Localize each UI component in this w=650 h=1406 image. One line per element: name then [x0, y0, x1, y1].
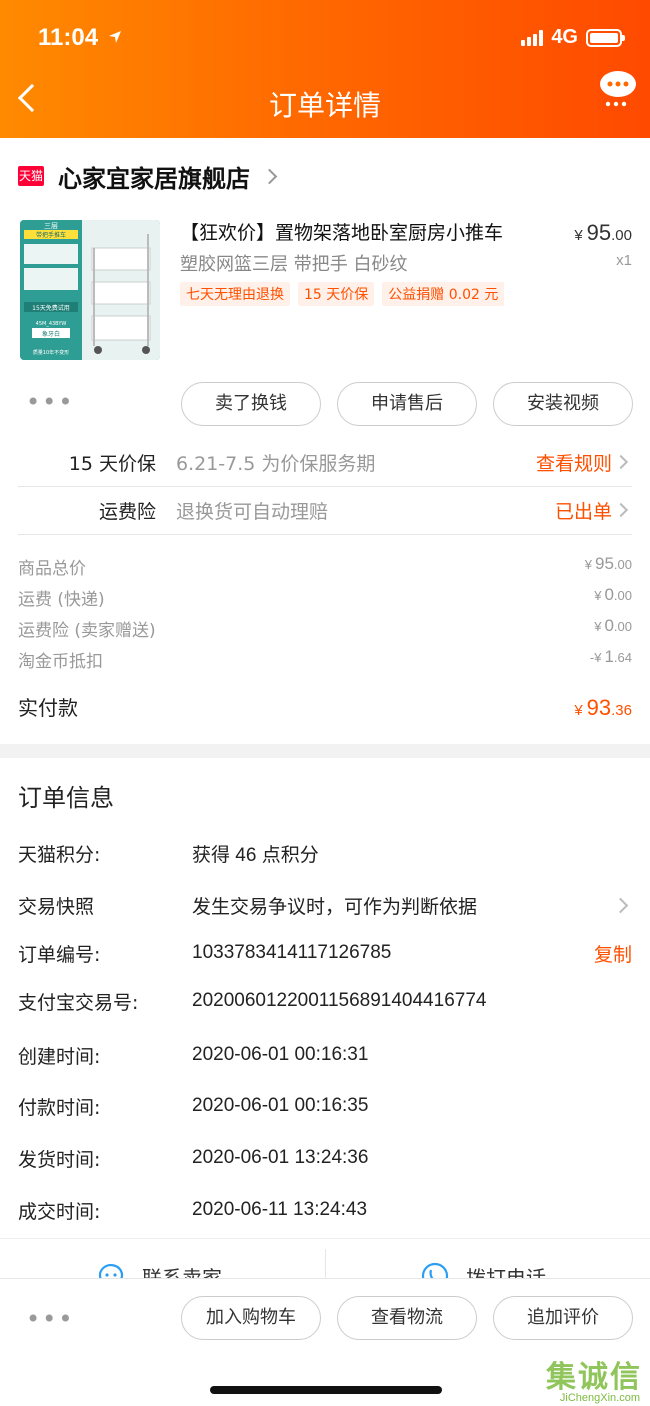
cost-row-subtotal: 商品总价 ¥95.00	[18, 554, 632, 579]
store-row[interactable]: 天猫 心家宜家居旗舰店	[18, 158, 278, 194]
shipping-insurance-row[interactable]: 运费险 退换货可自动理赔 已出单	[18, 486, 632, 534]
network-type: 4G	[551, 26, 578, 48]
view-rules-link[interactable]: 查看规则	[536, 449, 612, 476]
paid-amount: ¥93.36	[574, 695, 632, 720]
page-title: 订单详情	[268, 89, 381, 122]
add-review-button[interactable]: 追加评价	[493, 1296, 633, 1340]
service-label: 15 天价保	[68, 452, 156, 475]
info-row-paid: 付款时间: 2020-06-01 00:16:35	[18, 1095, 369, 1119]
paid-row: 实付款 ¥93.36	[18, 692, 632, 721]
resell-button[interactable]: 卖了换钱	[181, 382, 321, 426]
paid-label: 实付款	[18, 696, 78, 720]
image-label-banner: 带把手推车	[36, 231, 66, 239]
after-sale-button[interactable]: 申请售后	[337, 382, 477, 426]
location-arrow-icon	[109, 31, 121, 43]
service-desc: 退换货可自动理赔	[176, 500, 329, 523]
home-indicator[interactable]	[210, 1386, 442, 1394]
image-label-size: 45M_43BYW	[36, 321, 67, 327]
status-time: 11:04	[38, 24, 99, 51]
info-row-points: 天猫积分: 获得 46 点积分	[18, 843, 319, 866]
copy-button[interactable]: 复制	[594, 940, 632, 967]
chat-bubble-icon	[98, 1264, 124, 1278]
more-icon[interactable]: •••	[26, 388, 74, 416]
chevron-right-icon	[612, 897, 629, 913]
info-row-order-number: 订单编号: 1033783414117126785 复制	[18, 938, 632, 968]
product-quantity: x1	[616, 252, 632, 269]
contact-bar: 联系卖家 拨打电话	[0, 1238, 650, 1278]
battery-icon	[586, 28, 625, 47]
order-card: 天猫 心家宜家居旗舰店 三层 带把手推车 15天免费试用 45M_43BYW 象…	[0, 138, 650, 744]
info-row-completed: 成交时间: 2020-06-11 13:24:43	[18, 1199, 368, 1223]
chevron-right-icon	[261, 168, 278, 184]
service-tags: 七天无理由退换 15 天价保 公益捐赠 0.02 元	[180, 282, 505, 306]
policy-issued-link[interactable]: 已出单	[555, 497, 612, 524]
product-price: ¥95.00	[574, 220, 632, 245]
signal-icon	[521, 29, 544, 46]
cost-row-insurance: 运费险 (卖家赠送) ¥0.00	[18, 616, 632, 641]
order-info-card: 订单信息 天猫积分: 获得 46 点积分 交易快照 发生交易争议时，可作为判断依…	[0, 758, 650, 1278]
store-name: 心家宜家居旗舰店	[58, 164, 250, 193]
info-row-created: 创建时间: 2020-06-01 00:16:31	[18, 1044, 369, 1068]
phone-icon	[421, 1262, 449, 1278]
contact-seller-button[interactable]: 联系卖家	[96, 1261, 222, 1278]
install-video-button[interactable]: 安装视频	[493, 382, 633, 426]
image-label-top: 三层	[44, 222, 58, 230]
add-to-cart-button[interactable]: 加入购物车	[181, 1296, 321, 1340]
watermark-url: JiChengXin.com	[559, 1392, 640, 1404]
call-phone-button[interactable]: 拨打电话	[420, 1261, 546, 1278]
chevron-right-icon	[613, 454, 629, 470]
view-logistics-button[interactable]: 查看物流	[337, 1296, 477, 1340]
service-desc: 6.21-7.5 为价保服务期	[176, 452, 376, 475]
cost-row-coins: 淘金币抵扣 -¥ 1.64	[18, 647, 632, 672]
service-label: 运费险	[98, 500, 156, 523]
image-label-color: 象牙白	[42, 330, 60, 338]
tmall-icon: 天猫	[18, 166, 44, 186]
message-icon[interactable]	[598, 68, 638, 108]
info-row-shipped: 发货时间: 2020-06-01 13:24:36	[18, 1147, 369, 1171]
product-sku: 塑胶网篮三层 带把手 白砂纹	[180, 254, 408, 275]
divider	[18, 534, 632, 535]
divider	[325, 1249, 326, 1278]
info-row-alipay-number: 支付宝交易号: 2020060122001156891404416774	[18, 990, 487, 1014]
watermark-logo: 集诚信	[546, 1360, 642, 1395]
chevron-right-icon	[613, 502, 629, 518]
tag-price-protect: 15 天价保	[298, 282, 375, 306]
image-label-guarantee: 质量10年不变形	[33, 349, 69, 356]
order-info-title: 订单信息	[18, 784, 114, 812]
tag-charity: 公益捐赠 0.02 元	[382, 282, 505, 306]
more-icon[interactable]: •••	[26, 1305, 74, 1333]
product-title[interactable]: 【狂欢价】置物架落地卧室厨房小推车	[180, 218, 540, 245]
status-right: 4G	[521, 26, 625, 49]
tag-return: 七天无理由退换	[180, 282, 290, 306]
cost-row-shipping: 运费 (快递) ¥0.00	[18, 585, 632, 610]
info-row-snapshot[interactable]: 交易快照 发生交易争议时，可作为判断依据	[18, 890, 632, 920]
price-protect-row[interactable]: 15 天价保 6.21-7.5 为价保服务期 查看规则	[18, 438, 632, 486]
image-label-trial: 15天免费试用	[32, 304, 70, 312]
product-image[interactable]: 三层 带把手推车 15天免费试用 45M_43BYW 象牙白 质量10年不变形	[20, 220, 160, 360]
header: 11:04 4G 订单详情	[0, 0, 650, 138]
